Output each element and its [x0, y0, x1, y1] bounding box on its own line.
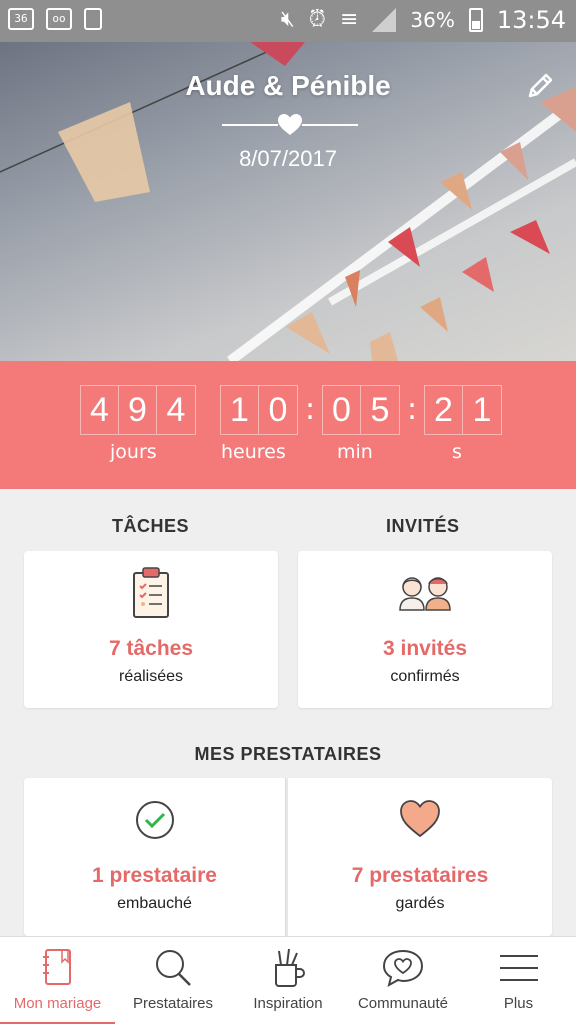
- tasks-count: 7 tâches: [108, 637, 194, 660]
- saved-vendors-count: 7 prestataires: [351, 864, 489, 887]
- hours-group: 1 0: [220, 385, 298, 435]
- guests-card[interactable]: 3 invités confirmés: [298, 551, 552, 708]
- nav-label: Communauté: [357, 995, 449, 1012]
- status-left-icons: 36 oo: [8, 8, 102, 30]
- search-icon: [156, 950, 191, 986]
- minutes-group: 0 5: [322, 385, 400, 435]
- countdown-digits: 4 9 4 1 0 : 0 5 : 2 1: [80, 385, 502, 435]
- edit-pencil-icon[interactable]: [524, 70, 556, 102]
- vendors-title: MES PRESTATAIRES: [194, 744, 382, 764]
- chat-heart-icon: [382, 949, 424, 987]
- minutes-digit: 0: [323, 386, 361, 434]
- signal-icon: [372, 8, 397, 32]
- hours-digit: 0: [268, 391, 288, 429]
- seconds-group: 2 1: [424, 385, 502, 435]
- alarm-icon: ⏰︎: [308, 7, 326, 32]
- nav-item-communaute[interactable]: Communauté: [345, 937, 461, 1024]
- time-separator: :: [406, 392, 418, 427]
- wifi-icon: ≡: [339, 7, 359, 32]
- bottom-navigation: Mon mariage Prestataires Inspiration Com…: [0, 936, 576, 1024]
- guests-status: confirmés: [390, 668, 460, 685]
- tasks-title: TÂCHES: [112, 516, 190, 536]
- notification-36-icon: 36: [8, 8, 34, 30]
- nav-label: Plus: [503, 995, 534, 1012]
- battery-percent: 36%: [410, 8, 455, 32]
- status-right-icons: 🔇︎ ⏰︎ ≡ 36% 13:54: [281, 6, 566, 34]
- heart-icon: [400, 800, 440, 838]
- hired-vendors-card[interactable]: 1 prestataire embauché: [24, 778, 286, 936]
- check-circle-icon: [135, 801, 174, 839]
- wedding-date: 8/07/2017: [239, 146, 337, 171]
- battery-icon: [468, 8, 483, 32]
- heart-icon: [278, 114, 302, 135]
- hours-digit: 1: [221, 386, 259, 434]
- seconds-digit: 2: [425, 386, 463, 434]
- couple-names: Aude & Pénible: [185, 70, 391, 101]
- guests-count: 3 invités: [382, 637, 468, 660]
- nav-item-plus[interactable]: Plus: [461, 937, 576, 1024]
- nav-label: Prestataires: [132, 995, 214, 1012]
- hours-label: heures: [221, 441, 286, 463]
- guests-title: INVITÉS: [386, 516, 460, 536]
- minutes-label: min: [337, 441, 373, 463]
- clock: 13:54: [496, 6, 566, 34]
- hired-vendors-status: embauché: [117, 895, 192, 912]
- days-digit: 4: [166, 391, 186, 429]
- hired-vendors-count: 1 prestataire: [92, 864, 217, 887]
- wedding-countdown: 4 9 4 1 0 : 0 5 : 2 1 jours heures min s: [0, 361, 576, 489]
- saved-vendors-status: gardés: [395, 895, 445, 912]
- mute-icon: 🔇︎: [280, 7, 295, 32]
- days-digit: 4: [81, 386, 119, 434]
- seconds-digit: 1: [472, 391, 492, 429]
- seconds-label: s: [452, 441, 462, 463]
- days-digit: 9: [119, 386, 157, 434]
- clipboard-checklist-icon: [133, 567, 169, 618]
- countdown-units: jours heures min s: [0, 441, 576, 471]
- couple-guests-icon: [399, 577, 451, 611]
- menu-icon: [499, 955, 538, 981]
- tasks-card[interactable]: 7 tâches réalisées: [24, 551, 278, 708]
- nav-item-prestataires[interactable]: Prestataires: [115, 937, 231, 1024]
- tasks-status: réalisées: [118, 668, 184, 685]
- nav-item-mon-mariage[interactable]: Mon mariage: [0, 937, 115, 1024]
- nav-label: Mon mariage: [13, 995, 102, 1012]
- sim-icon: [84, 8, 102, 30]
- pencil-cup-icon: [275, 948, 305, 987]
- days-group: 4 9 4: [80, 385, 196, 435]
- notebook-icon: [42, 949, 71, 985]
- nav-item-inspiration[interactable]: Inspiration: [231, 937, 345, 1024]
- nav-label: Inspiration: [253, 995, 323, 1012]
- status-bar: 36 oo 🔇︎ ⏰︎ ≡ 36% 13:54: [0, 0, 576, 42]
- minutes-digit: 5: [370, 391, 390, 429]
- saved-vendors-card[interactable]: 7 prestataires gardés: [288, 778, 552, 936]
- days-label: jours: [110, 441, 157, 463]
- voicemail-icon: oo: [46, 8, 72, 30]
- wedding-header: Aude & Pénible 8/07/2017: [0, 42, 576, 361]
- time-separator: :: [304, 392, 316, 427]
- title-divider: [222, 114, 358, 136]
